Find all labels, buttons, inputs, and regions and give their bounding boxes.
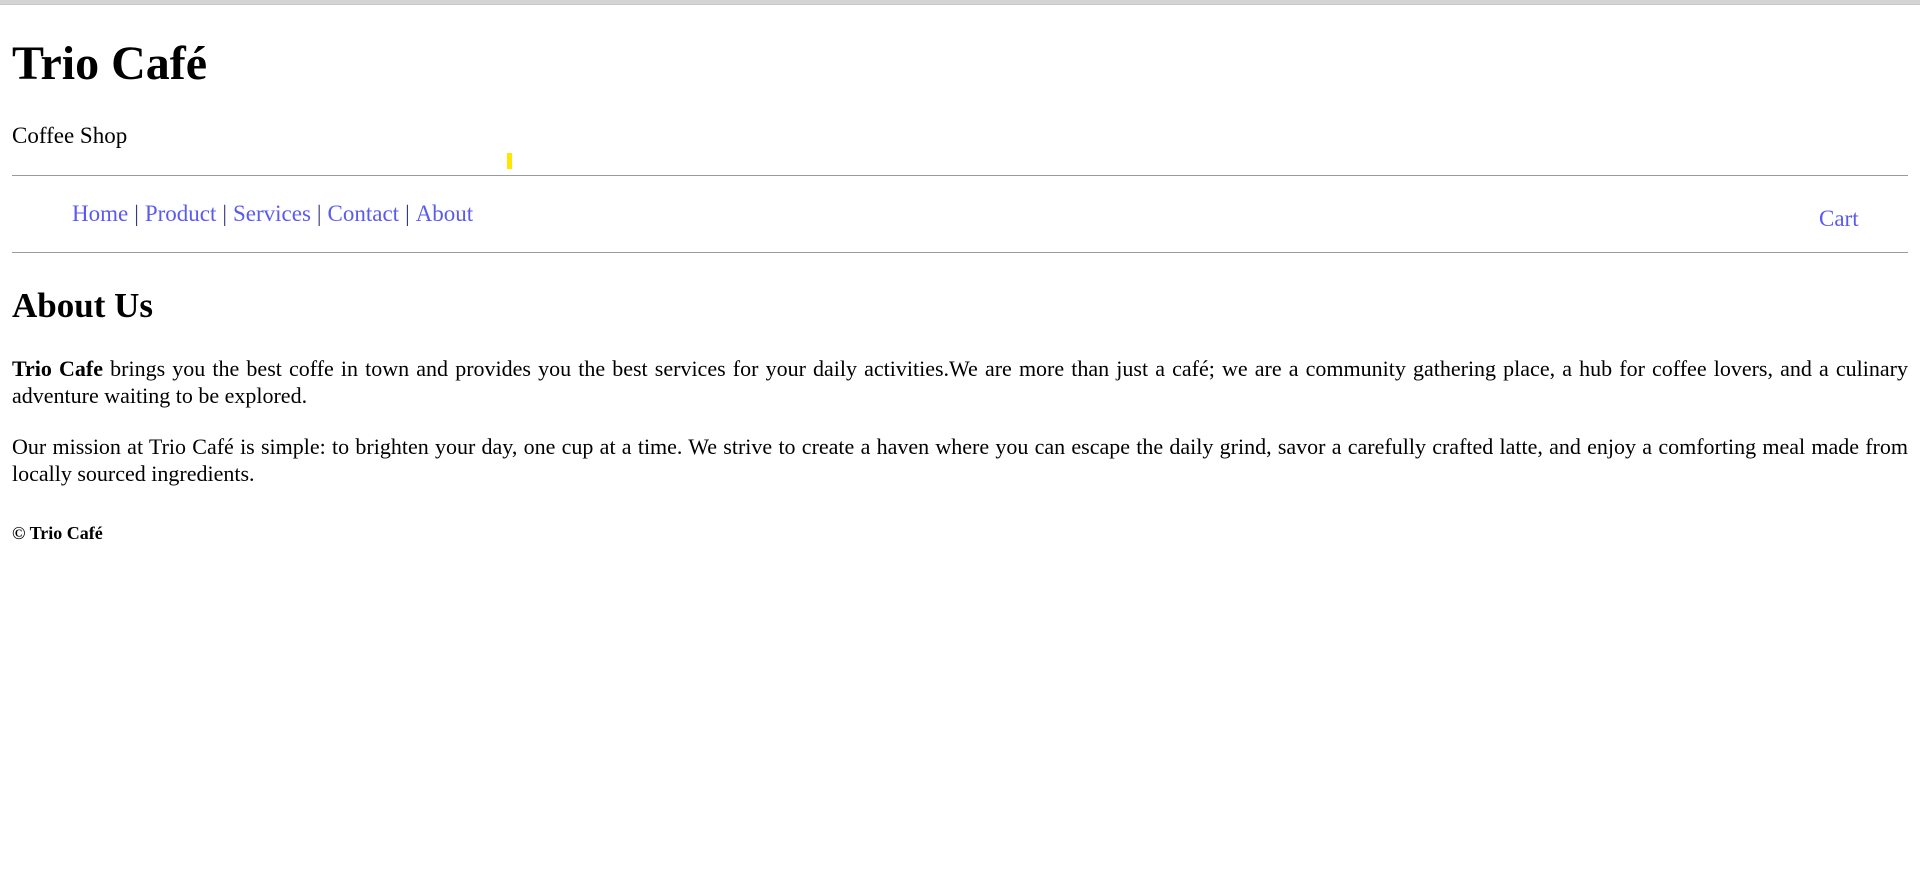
- nav-separator: |: [405, 201, 410, 226]
- nav-link-product[interactable]: Product: [145, 201, 217, 226]
- footer-copyright: © Trio Café: [12, 523, 103, 543]
- brand-name-bold: Trio Cafe: [12, 356, 104, 381]
- nav-link-home[interactable]: Home: [72, 201, 128, 226]
- cart-link[interactable]: Cart: [1819, 204, 1859, 234]
- nav-link-about[interactable]: About: [416, 201, 474, 226]
- about-heading: About Us: [12, 286, 154, 325]
- text-cursor-marker: [507, 153, 512, 169]
- site-title: Trio Café: [12, 37, 208, 90]
- nav-separator: |: [222, 201, 227, 226]
- about-paragraph-intro-text: brings you the best coffe in town and pr…: [12, 356, 1908, 408]
- nav-top-divider: [12, 175, 1908, 176]
- nav-link-services[interactable]: Services: [233, 201, 311, 226]
- about-paragraph-intro: Trio Cafe brings you the best coffe in t…: [12, 355, 1908, 409]
- nav-link-contact[interactable]: Contact: [328, 201, 400, 226]
- site-subtitle: Coffee Shop: [12, 123, 128, 148]
- main-nav: Home | Product | Services | Contact | About: [72, 199, 473, 229]
- about-paragraph-mission: Our mission at Trio Café is simple: to b…: [12, 434, 1908, 486]
- window-top-border: [0, 0, 1920, 5]
- nav-separator: |: [134, 201, 139, 226]
- nav-separator: |: [316, 201, 322, 226]
- nav-bottom-divider: [12, 252, 1908, 253]
